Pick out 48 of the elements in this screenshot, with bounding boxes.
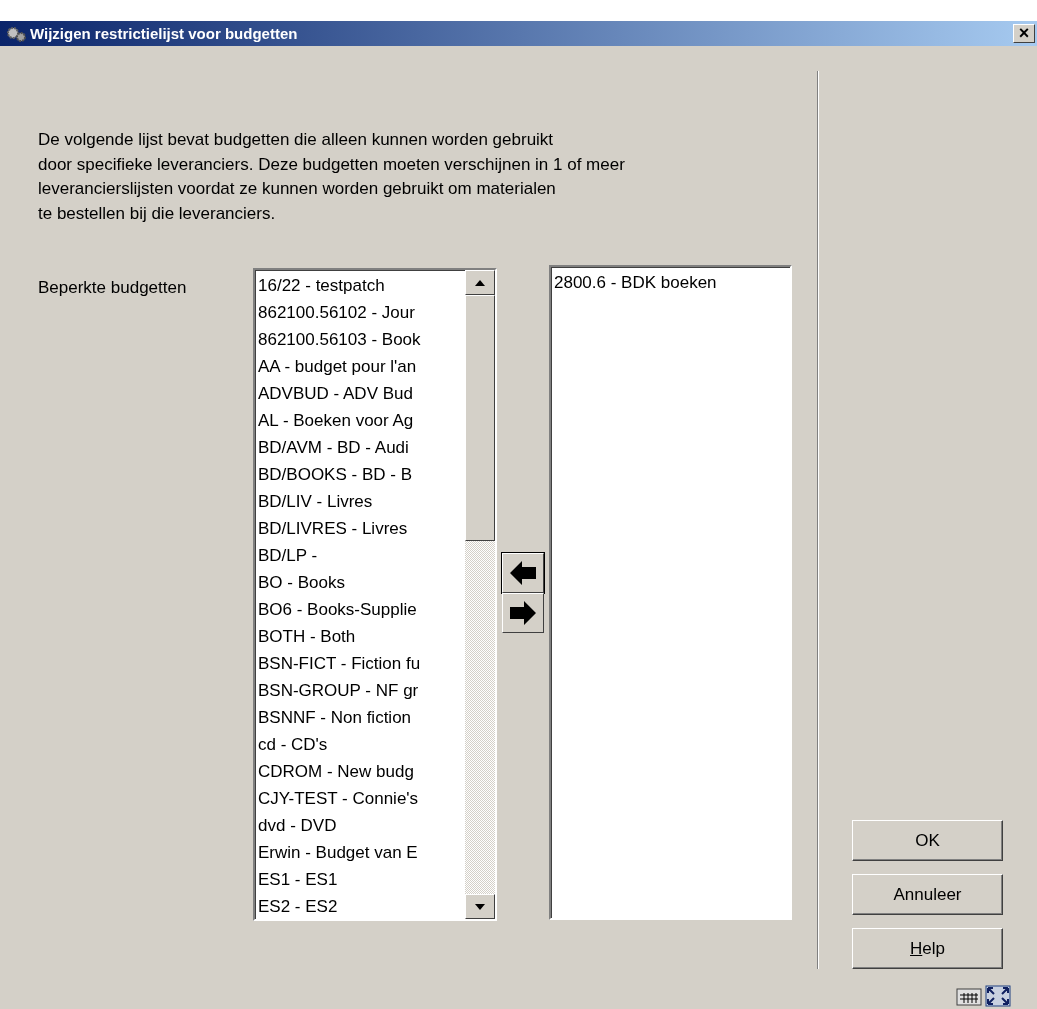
- selected-budgets-list[interactable]: 2800.6 - BDK boeken: [549, 265, 792, 920]
- keyboard-icon[interactable]: [956, 985, 982, 1007]
- list-item[interactable]: Erwin - Budget van E: [258, 839, 465, 866]
- list-item[interactable]: 16/22 - testpatch: [258, 272, 465, 299]
- list-item[interactable]: BD/AVM - BD - Audi: [258, 434, 465, 461]
- available-budgets-list[interactable]: [253, 268, 497, 921]
- list-item[interactable]: BD/LIV - Livres: [258, 488, 465, 515]
- list-item[interactable]: BSN-FICT - Fiction fu: [258, 650, 465, 677]
- description-text: door specifieke leveranciers. Deze budgetten moeten verschijnen in 1 of meer: [38, 153, 626, 176]
- list-item[interactable]: 862100.56103 - Book: [258, 326, 465, 353]
- list-item[interactable]: BO - Books: [258, 569, 465, 596]
- dialog-button[interactable]: Annuleer: [852, 874, 1003, 915]
- close-button[interactable]: ×: [1013, 24, 1035, 43]
- list-item[interactable]: AA - budget pour l'an: [258, 353, 465, 380]
- dialog-button[interactable]: OK: [852, 820, 1003, 861]
- left-arrow-icon: [510, 561, 536, 585]
- scroll-down-icon[interactable]: [465, 894, 495, 919]
- move-left-button[interactable]: [502, 553, 544, 593]
- list-item[interactable]: BD/LP -: [258, 542, 465, 569]
- dialog-button[interactable]: Help: [852, 928, 1003, 969]
- gears-icon: [6, 24, 28, 43]
- description-text: De volgende lijst bevat budgetten die alleen kunnen worden gebruikt: [38, 129, 555, 151]
- fullscreen-icon[interactable]: [985, 985, 1011, 1007]
- right-arrow-icon: [510, 601, 536, 625]
- list-item[interactable]: CJY-TEST - Connie's: [258, 785, 465, 812]
- list-item[interactable]: ADVBUD - ADV Bud: [258, 380, 465, 407]
- list-item[interactable]: ES2 - ES2: [258, 893, 465, 919]
- list-item[interactable]: CDROM - New budg: [258, 758, 465, 785]
- list-item[interactable]: BD/LIVRES - Livres: [258, 515, 465, 542]
- scrollbar[interactable]: [465, 270, 495, 919]
- description-text: te bestellen bij die leveranciers.: [38, 202, 277, 225]
- list-item[interactable]: ES1 - ES1: [258, 866, 465, 893]
- description-text: leverancierslijsten voordat ze kunnen worden gebruikt om materialen: [38, 178, 557, 200]
- list-item[interactable]: BOTH - Both: [258, 623, 465, 650]
- list-item[interactable]: BO6 - Books-Supplie: [258, 596, 465, 623]
- window-title: Wijzigen restrictielijst voor budgetten: [30, 25, 299, 42]
- field-label: Beperkte budgetten: [38, 278, 188, 299]
- list-item[interactable]: 862100.56102 - Jour: [258, 299, 465, 326]
- move-right-button[interactable]: [502, 593, 544, 633]
- list-item[interactable]: AL - Boeken voor Ag: [258, 407, 465, 434]
- list-item[interactable]: dvd - DVD: [258, 812, 465, 839]
- list-item[interactable]: 2800.6 - BDK boeken: [554, 269, 790, 297]
- list-item[interactable]: BD/BOOKS - BD - B: [258, 461, 465, 488]
- list-item[interactable]: BSN-GROUP - NF gr: [258, 677, 465, 704]
- scroll-up-icon[interactable]: [465, 270, 495, 295]
- list-item[interactable]: cd - CD's: [258, 731, 465, 758]
- scroll-thumb[interactable]: [465, 295, 495, 541]
- list-item[interactable]: BSNNF - Non fiction: [258, 704, 465, 731]
